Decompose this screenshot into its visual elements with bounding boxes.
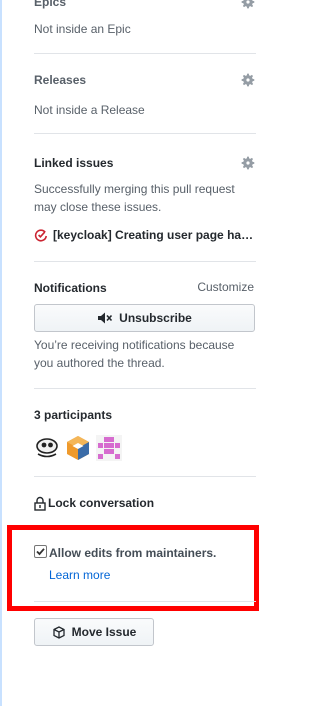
move-issue-button[interactable]: Move Issue	[34, 618, 154, 646]
avatar[interactable]	[65, 435, 91, 461]
lock-icon	[34, 496, 46, 511]
releases-section: Releases Not inside a Release	[34, 72, 256, 120]
move-issue-label: Move Issue	[71, 625, 137, 639]
unsubscribe-button[interactable]: Unsubscribe	[34, 304, 255, 332]
lock-conversation-button[interactable]: Lock conversation	[34, 494, 256, 512]
gear-icon[interactable]	[240, 0, 256, 10]
divider	[34, 601, 256, 602]
allow-edits-checkbox[interactable]	[34, 545, 47, 558]
notifications-reason: You’re receiving notifications because y…	[34, 338, 235, 370]
gear-icon[interactable]	[240, 72, 256, 88]
releases-value: Not inside a Release	[34, 103, 145, 117]
participants-heading: 3 participants	[34, 408, 113, 422]
avatar[interactable]	[34, 435, 60, 461]
maintainer-edits-section: Allow edits from maintainers. Learn more	[34, 545, 256, 585]
mute-icon	[98, 312, 113, 324]
linked-issues-description: Successfully merging this pull request m…	[34, 182, 235, 214]
unsubscribe-label: Unsubscribe	[119, 311, 192, 325]
divider	[34, 133, 256, 134]
lock-conversation-label: Lock conversation	[48, 496, 155, 510]
linked-issue-title[interactable]: [keycloak] Creating user page ha…	[53, 228, 256, 242]
divider	[34, 261, 256, 262]
epics-heading[interactable]: Epics	[34, 0, 66, 10]
divider	[34, 53, 256, 54]
linked-issues-heading[interactable]: Linked issues	[34, 155, 113, 171]
avatar[interactable]	[96, 435, 122, 461]
issue-closed-icon	[34, 229, 47, 242]
linked-issues-section: Linked issues Successfully merging this …	[34, 155, 256, 247]
gear-icon[interactable]	[240, 155, 256, 171]
divider	[34, 388, 256, 389]
sidebar-left-border	[0, 0, 2, 706]
allow-edits-label[interactable]: Allow edits from maintainers.	[49, 545, 216, 561]
epics-value: Not inside an Epic	[34, 22, 131, 36]
checkmark-icon	[36, 548, 45, 556]
notifications-heading: Notifications	[34, 281, 107, 295]
releases-heading[interactable]: Releases	[34, 72, 86, 88]
learn-more-link[interactable]: Learn more	[49, 568, 110, 582]
epics-section: Epics Not inside an Epic	[34, 0, 256, 42]
linked-issue-item[interactable]: [keycloak] Creating user page ha…	[34, 226, 256, 244]
move-issue-icon	[52, 626, 65, 639]
divider	[34, 476, 256, 477]
participants-avatars	[34, 435, 256, 461]
customize-link[interactable]: Customize	[197, 280, 254, 294]
